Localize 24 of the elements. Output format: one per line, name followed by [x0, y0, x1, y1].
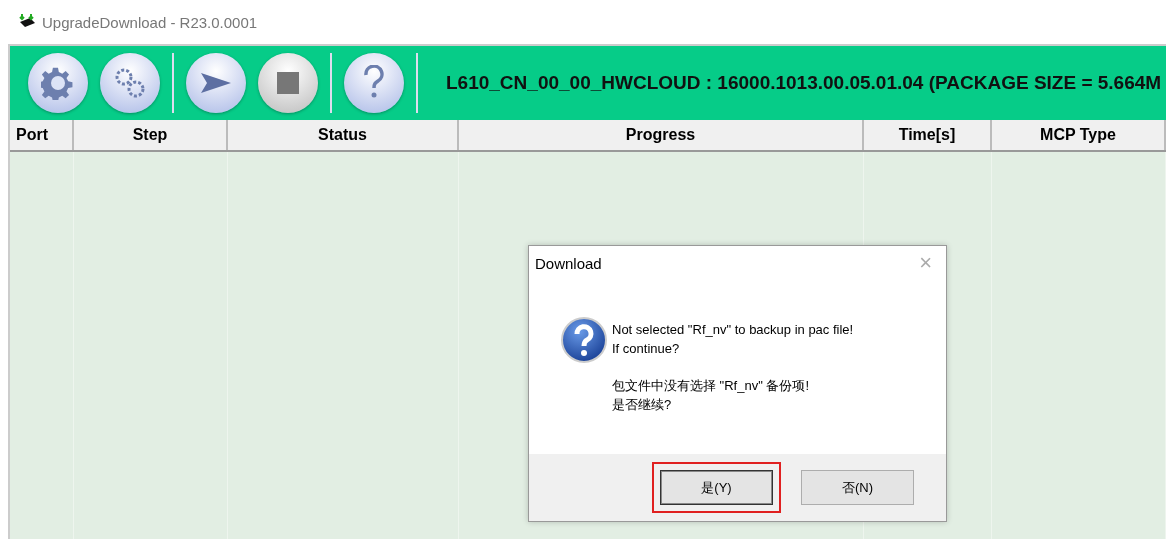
question-icon [560, 316, 608, 364]
gears-button[interactable] [100, 53, 160, 113]
stop-button[interactable] [258, 53, 318, 113]
column-header[interactable]: Progress [459, 120, 864, 150]
app-icon [18, 14, 36, 30]
stop-icon [277, 72, 299, 94]
column-header[interactable]: Status [228, 120, 459, 150]
gears-icon [113, 66, 147, 100]
column-header[interactable]: Time[s] [864, 120, 992, 150]
start-button[interactable] [186, 53, 246, 113]
gear-icon [41, 66, 75, 100]
dialog-button[interactable]: 是(Y) [660, 470, 773, 505]
settings-button[interactable] [28, 53, 88, 113]
window-title: UpgradeDownload - R23.0.0001 [42, 13, 258, 31]
column-header[interactable]: Port [10, 120, 74, 150]
message-text: 包文件中没有选择 "Rf_nv" 备份项! 是否继续? [612, 377, 811, 414]
package-info: L610_CN_00_00_HWCLOUD : 16000.1013.00.05.01.04 (PACKAGE SIZE = 5.664M [446, 72, 1162, 94]
dialog-title: Download [535, 254, 602, 272]
column-header[interactable]: MCP Type [992, 120, 1166, 150]
message-text: Not selected "Rf_nv" to backup in pac file! If continue? [612, 321, 854, 358]
column-header[interactable]: Step [74, 120, 228, 150]
help-button[interactable] [344, 53, 404, 113]
dialog-button[interactable]: 否(N) [801, 470, 914, 505]
play-icon [199, 71, 233, 95]
